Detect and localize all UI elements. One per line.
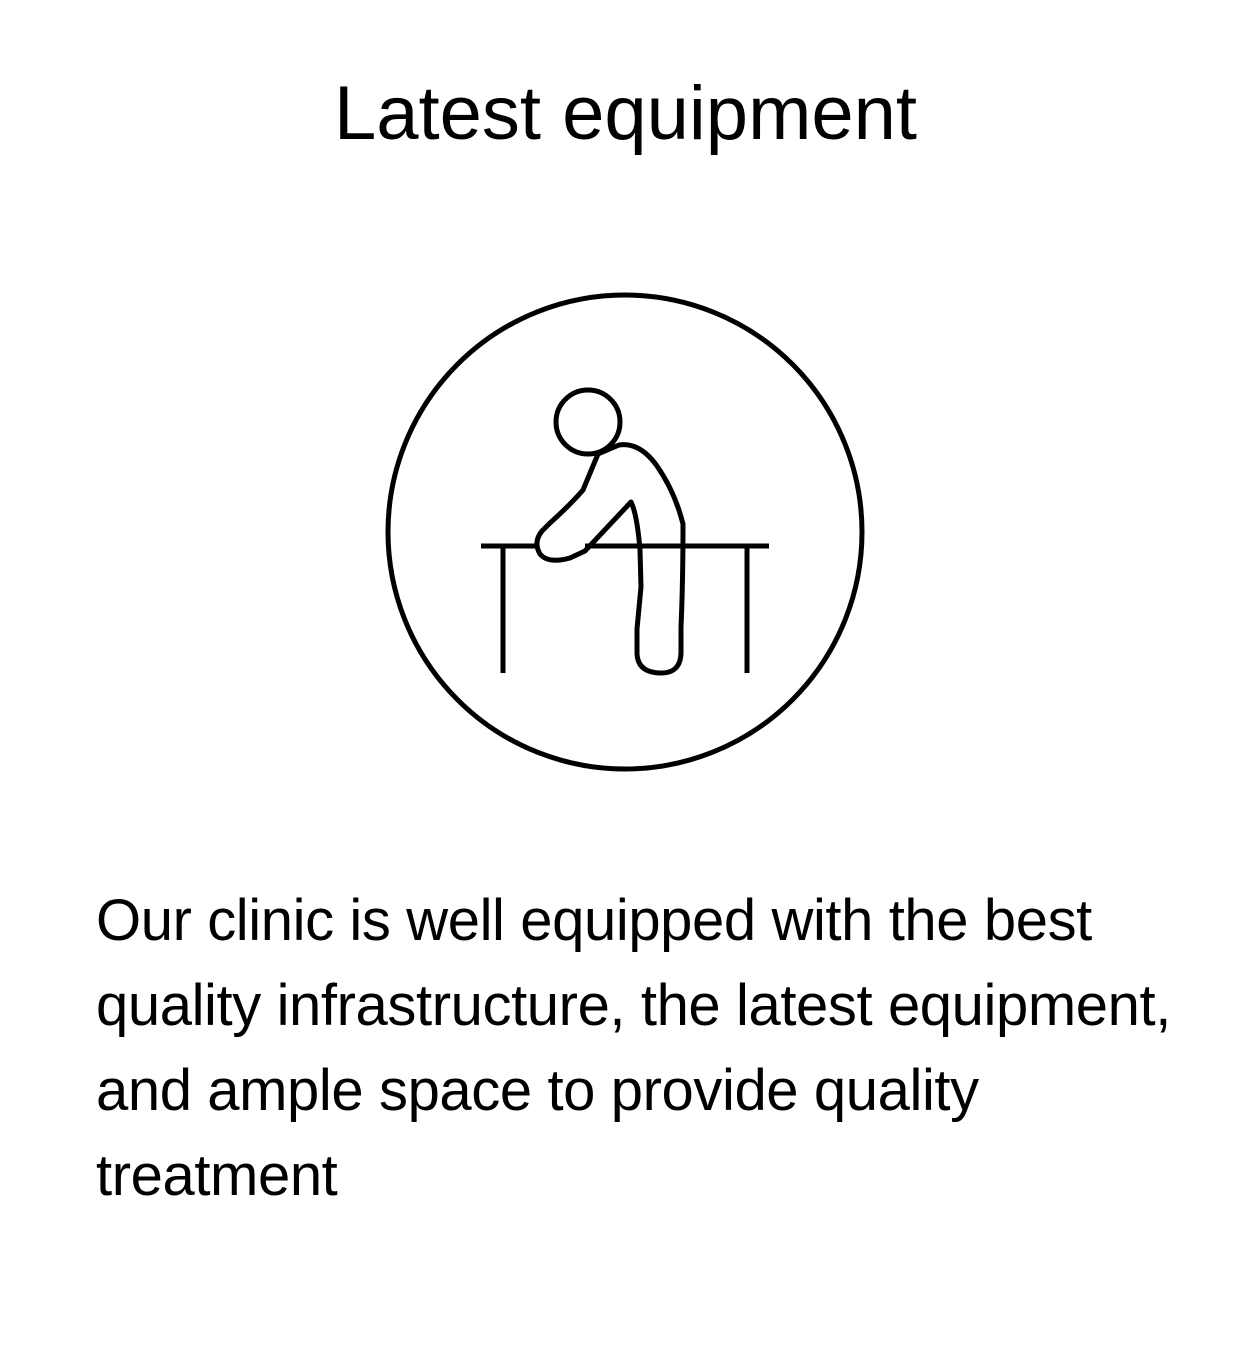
feature-card: Latest equipment Our clinic is well equi… — [0, 0, 1251, 1355]
person-body — [534, 442, 686, 676]
feature-description: Our clinic is well equipped with the bes… — [96, 888, 1171, 1208]
feature-title: Latest equipment — [333, 71, 918, 156]
person-leaning-on-table-icon — [385, 292, 865, 772]
person-head — [553, 387, 623, 457]
icon-circle-outline — [385, 292, 865, 772]
